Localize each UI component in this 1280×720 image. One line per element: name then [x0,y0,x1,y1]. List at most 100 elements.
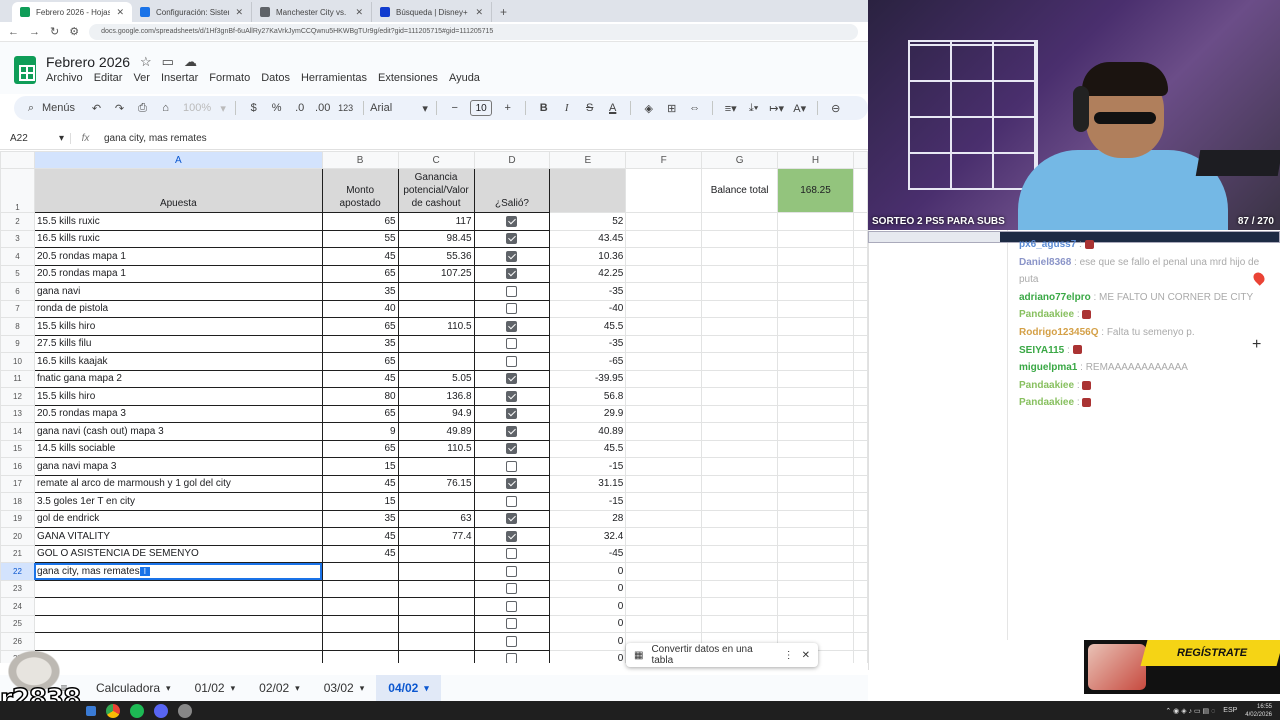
chat-username[interactable]: SEIYA115 [1019,345,1064,356]
cell-apuesta[interactable]: 27.5 kills filu [33,334,323,353]
cell-ganancia[interactable] [397,352,475,371]
cell-salio[interactable] [473,509,551,528]
cell-salio[interactable] [473,282,551,301]
cell-apuesta[interactable]: gana navi [33,282,323,301]
cell-ganancia[interactable]: 136.8 [397,387,475,406]
cell-g[interactable] [701,492,779,511]
row-header[interactable]: 20 [0,527,35,546]
checkbox[interactable] [506,373,518,385]
cell-monto[interactable]: 15 [321,492,399,511]
cell-e1[interactable] [549,168,627,213]
chat-username[interactable]: px6_aguss7 [1019,239,1076,250]
cell-ganancia[interactable] [397,299,475,318]
ad-banner[interactable]: REGÍSTRATE [1084,640,1280,694]
cell-f[interactable] [625,457,703,476]
checkbox[interactable] [506,653,518,663]
cell-apuesta[interactable]: 20.5 rondas mapa 1 [33,264,323,283]
cell-resultado[interactable]: -15 [549,457,627,476]
cell-f[interactable] [625,352,703,371]
cell-salio[interactable] [473,212,551,231]
cell-salio[interactable] [473,334,551,353]
cell-ganancia[interactable]: 76.15 [397,474,475,493]
cell-monto[interactable]: 55 [321,229,399,248]
cell-f[interactable] [625,544,703,563]
cell-monto[interactable]: 45 [321,247,399,266]
cell-h[interactable] [777,404,854,423]
cell-resultado[interactable]: -39.95 [549,369,627,388]
start-icon[interactable] [86,705,96,716]
cell-ganancia[interactable]: 110.5 [397,317,475,336]
checkbox[interactable] [506,268,518,280]
cell-g[interactable] [701,212,779,231]
cell-g[interactable] [701,282,779,301]
chat-username[interactable]: Pandaakiee [1019,380,1074,391]
close-icon[interactable]: ✕ [116,7,124,18]
cell-ganancia[interactable]: 5.05 [397,369,475,388]
cell-monto[interactable]: 35 [321,334,399,353]
row-header[interactable]: 16 [0,457,35,476]
cell-ganancia[interactable] [397,562,475,581]
menu-item-datos[interactable]: Datos [261,72,290,84]
cell-ganancia[interactable]: 77.4 [397,527,475,546]
browser-tab[interactable]: Configuración: Sistema ✕ [132,2,252,22]
chevron-down-icon[interactable]: ▾ [360,683,365,694]
cell-h[interactable] [777,422,854,441]
cell-apuesta[interactable] [33,579,323,598]
cell-f[interactable] [625,579,703,598]
row-header[interactable]: 6 [0,282,35,301]
cell-ganancia[interactable]: 55.36 [397,247,475,266]
checkbox[interactable] [506,390,518,402]
document-title[interactable]: Febrero 2026 [46,54,130,70]
cell-resultado[interactable]: -40 [549,299,627,318]
bold-icon[interactable]: B [532,96,555,120]
forward-icon[interactable]: → [29,26,40,38]
row-header[interactable]: 3 [0,229,35,248]
italic-icon[interactable]: I [555,96,578,120]
row-header[interactable]: 4 [0,247,35,266]
cell-g[interactable] [701,474,779,493]
cell-salio[interactable] [473,422,551,441]
menu-item-herramientas[interactable]: Herramientas [301,72,367,84]
cell-apuesta-text[interactable]: gana city, mas remates [37,566,140,577]
text-color-icon[interactable]: A [601,96,624,120]
sheet-tab[interactable]: 01/02 ▾ [183,675,248,701]
row-header[interactable]: 18 [0,492,35,511]
cell-f[interactable] [625,334,703,353]
cell-f[interactable] [625,474,703,493]
name-box[interactable]: A22 ▾ [0,133,70,144]
checkbox[interactable] [506,320,518,332]
cell-monto[interactable] [321,597,399,616]
close-icon[interactable]: ✕ [475,7,483,18]
cell-h[interactable] [777,282,854,301]
browser-tab[interactable]: Búsqueda | Disney+ ✕ [372,2,492,22]
cell-resultado[interactable]: -35 [549,334,627,353]
cell-g[interactable] [701,229,779,248]
cell-resultado[interactable]: 0 [549,632,627,651]
menu-item-editar[interactable]: Editar [94,72,123,84]
header-ganancia[interactable]: Ganancia potencial/Valor de cashout [397,168,475,213]
checkbox[interactable] [506,495,518,507]
cell-monto[interactable]: 65 [321,212,399,231]
cell-monto[interactable]: 65 [321,352,399,371]
sheet-tab[interactable]: Calculadora ▾ [84,675,183,701]
add-icon[interactable]: + [1252,336,1261,354]
cell-f[interactable] [625,212,703,231]
cell-g[interactable] [701,509,779,528]
cell-g[interactable] [701,614,779,633]
cell-monto[interactable]: 65 [321,439,399,458]
balance-value[interactable]: 168.25 [777,168,854,213]
row-header[interactable]: 14 [0,422,35,441]
cell-resultado[interactable]: -15 [549,492,627,511]
horizontal-align-icon[interactable]: ≡▾ [719,96,742,120]
cell-h[interactable] [777,247,854,266]
checkbox[interactable] [506,513,518,525]
column-header-b[interactable]: B [321,151,399,169]
cell-apuesta[interactable] [33,597,323,616]
cell-ganancia[interactable] [397,649,475,663]
row-header[interactable]: 5 [0,264,35,283]
cell-ganancia[interactable] [397,614,475,633]
checkbox[interactable] [506,583,518,595]
cell-apuesta[interactable]: 14.5 kills sociable [33,439,323,458]
row-header[interactable]: 21 [0,544,35,563]
cell-salio[interactable] [473,562,551,581]
